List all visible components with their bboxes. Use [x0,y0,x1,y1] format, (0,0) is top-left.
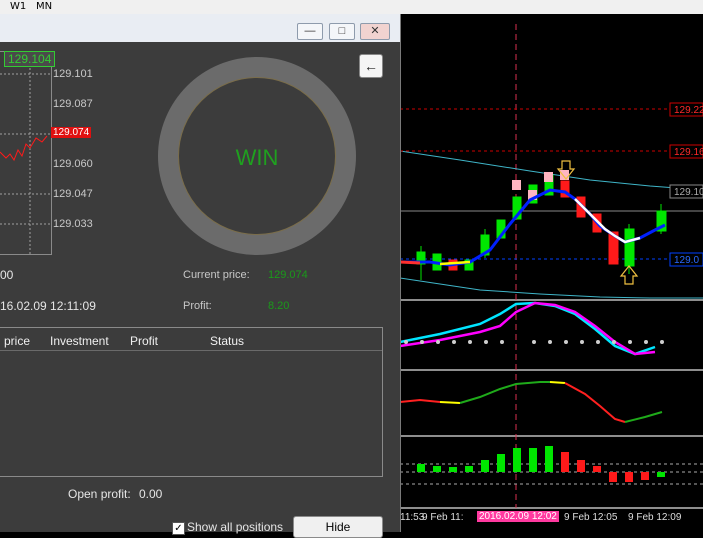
column-status[interactable]: Status [210,334,244,348]
time-label-2: 9 Feb 11: [422,512,464,523]
scale-label-current: 129.074 [51,127,92,138]
time-label-5: 9 Feb 12:09 [628,512,682,523]
table-header: price Investment Profit Status [0,328,382,351]
column-price[interactable]: price [4,334,30,348]
scale-label-4: 129.060 [53,158,93,170]
mini-chart [0,51,52,255]
scale-label-6: 129.033 [53,218,93,230]
scale-label-1: 129.101 [53,68,93,80]
price-tag-2: 129.16 [674,147,703,158]
mini-chart-lines [0,52,51,254]
result-ring: WIN [158,57,356,255]
time-label-4: 9 Feb 12:05 [564,512,618,523]
scale-label-5: 129.047 [53,188,93,200]
timeframe-mn[interactable]: MN [36,1,52,12]
minimize-button[interactable]: — [297,23,323,40]
positions-table[interactable]: price Investment Profit Status [0,327,383,477]
window-titlebar[interactable]: — □ ✕ [0,14,400,42]
current-price-value: 129.074 [268,269,308,281]
column-profit[interactable]: Profit [130,334,158,348]
chart-canvas: 129.22 129.16 129.10 129.0 [400,24,703,509]
scale-label-2: 129.087 [53,98,93,110]
amount-fragment: 00 [0,268,14,282]
datetime-fragment: 16.02.09 12:11:09 [0,299,96,313]
trade-window: — □ ✕ 129.104 129.101 129.087 129.074 12… [0,14,401,538]
back-arrow-icon[interactable]: ← [359,54,383,78]
open-profit-label: Open profit: [68,487,131,501]
hide-button[interactable]: Hide [293,516,383,538]
current-price-label: Current price: [183,269,250,281]
column-investment[interactable]: Investment [50,334,109,348]
show-all-checkbox[interactable]: ✓ [172,522,185,535]
time-label-current: 2016.02.09 12:02 [477,511,559,522]
price-chart[interactable]: 129.22 129.16 129.10 129.0 11:53 9 Feb 1… [400,14,703,532]
top-price: 129.104 [4,51,56,67]
price-tag-1: 129.22 [674,105,703,116]
close-button[interactable]: ✕ [360,23,390,40]
price-tag-4: 129.0 [674,255,699,266]
timeframe-toolbar: W1 MN [0,0,703,15]
open-profit-value: 0.00 [139,487,163,501]
result-text: WIN [235,145,279,170]
time-label-1: 11:53 [400,512,425,523]
profit-value: 8.20 [268,300,290,312]
timeframe-w1[interactable]: W1 [10,1,26,12]
maximize-button[interactable]: □ [329,23,355,40]
profit-label: Profit: [183,300,212,312]
price-tag-3: 129.10 [674,187,703,198]
